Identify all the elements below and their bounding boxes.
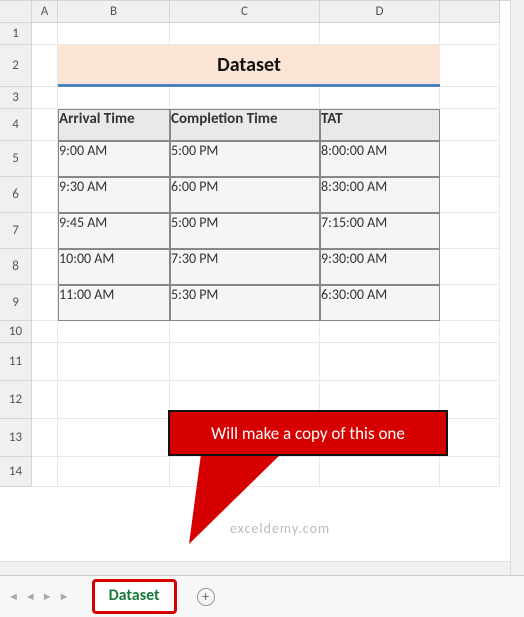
sheet-tab-dataset[interactable]: Dataset xyxy=(92,579,177,614)
cell[interactable] xyxy=(32,419,58,457)
cell[interactable] xyxy=(440,23,500,45)
cell[interactable] xyxy=(32,45,58,87)
col-header-c[interactable]: C xyxy=(170,1,320,23)
row-header-4[interactable]: 4 xyxy=(0,109,32,141)
tab-nav-prev-icon[interactable]: ◄ xyxy=(23,588,38,605)
cell[interactable] xyxy=(320,23,440,45)
tab-nav-next-icon[interactable]: ► xyxy=(40,588,55,605)
row-header-2[interactable]: 2 xyxy=(0,45,32,87)
cell-completion[interactable]: 7:30 PM xyxy=(170,249,320,285)
cell[interactable] xyxy=(58,87,170,109)
cell[interactable] xyxy=(440,249,500,285)
cell[interactable] xyxy=(32,213,58,249)
cell-tat[interactable]: 8:30:00 AM xyxy=(320,177,440,213)
cell[interactable] xyxy=(320,343,440,381)
cell[interactable] xyxy=(440,321,500,343)
row-header-8[interactable]: 8 xyxy=(0,249,32,285)
row-header-3[interactable]: 3 xyxy=(0,87,32,109)
cell[interactable] xyxy=(32,457,58,487)
row-header-10[interactable]: 10 xyxy=(0,321,32,343)
vertical-scrollbar[interactable] xyxy=(510,0,524,575)
cell[interactable] xyxy=(440,109,500,141)
cell-arrival[interactable]: 9:45 AM xyxy=(58,213,170,249)
cell[interactable] xyxy=(32,321,58,343)
cell-completion[interactable]: 5:00 PM xyxy=(170,141,320,177)
cell[interactable] xyxy=(440,343,500,381)
annotation-callout: Will make a copy of this one xyxy=(168,410,448,456)
cell-tat[interactable]: 9:30:00 AM xyxy=(320,249,440,285)
cell[interactable] xyxy=(440,285,500,321)
cell[interactable] xyxy=(58,321,170,343)
cell[interactable] xyxy=(32,141,58,177)
cell[interactable] xyxy=(58,457,170,487)
header-completion[interactable]: Completion Time xyxy=(170,109,320,141)
cell[interactable] xyxy=(58,343,170,381)
cell[interactable] xyxy=(440,177,500,213)
cell-tat[interactable]: 7:15:00 AM xyxy=(320,213,440,249)
cell[interactable] xyxy=(32,109,58,141)
cell[interactable] xyxy=(440,419,500,457)
sheet-tab-bar: ◄ ◄ ► ► Dataset + xyxy=(0,575,524,617)
cell[interactable] xyxy=(440,381,500,419)
cell-tat[interactable]: 6:30:00 AM xyxy=(320,285,440,321)
header-arrival[interactable]: Arrival Time xyxy=(58,109,170,141)
cell-completion[interactable]: 5:00 PM xyxy=(170,213,320,249)
cell[interactable] xyxy=(320,457,440,487)
cell[interactable] xyxy=(440,87,500,109)
col-header-blank[interactable] xyxy=(440,1,500,23)
row-header-6[interactable]: 6 xyxy=(0,177,32,213)
cell[interactable] xyxy=(32,381,58,419)
cell-arrival[interactable]: 9:30 AM xyxy=(58,177,170,213)
cell[interactable] xyxy=(58,23,170,45)
cell-completion[interactable]: 5:30 PM xyxy=(170,285,320,321)
row-header-9[interactable]: 9 xyxy=(0,285,32,321)
tab-nav-last-icon[interactable]: ► xyxy=(57,588,72,605)
cell-arrival[interactable]: 9:00 AM xyxy=(58,141,170,177)
cell[interactable] xyxy=(32,23,58,45)
title-banner[interactable]: Dataset xyxy=(58,45,440,87)
add-sheet-button[interactable]: + xyxy=(197,588,215,606)
row-header-7[interactable]: 7 xyxy=(0,213,32,249)
tab-nav: ◄ ◄ ► ► xyxy=(6,588,72,605)
cell[interactable] xyxy=(58,381,170,419)
cell[interactable] xyxy=(320,321,440,343)
cell[interactable] xyxy=(32,87,58,109)
row-header-13[interactable]: 13 xyxy=(0,419,32,457)
cell[interactable] xyxy=(440,213,500,249)
row-header-12[interactable]: 12 xyxy=(0,381,32,419)
cell-arrival[interactable]: 11:00 AM xyxy=(58,285,170,321)
cell[interactable] xyxy=(320,87,440,109)
cell[interactable] xyxy=(32,343,58,381)
col-header-d[interactable]: D xyxy=(320,1,440,23)
cell[interactable] xyxy=(32,249,58,285)
cell[interactable] xyxy=(170,321,320,343)
cell[interactable] xyxy=(440,141,500,177)
row-header-11[interactable]: 11 xyxy=(0,343,32,381)
horizontal-scrollbar[interactable] xyxy=(0,561,510,575)
select-all-corner[interactable] xyxy=(0,1,32,23)
col-header-a[interactable]: A xyxy=(32,1,58,23)
cell-tat[interactable]: 8:00:00 AM xyxy=(320,141,440,177)
col-header-b[interactable]: B xyxy=(58,1,170,23)
cell[interactable] xyxy=(170,23,320,45)
cell[interactable] xyxy=(32,177,58,213)
cell[interactable] xyxy=(440,457,500,487)
header-tat[interactable]: TAT xyxy=(320,109,440,141)
row-header-1[interactable]: 1 xyxy=(0,23,32,45)
tab-nav-first-icon[interactable]: ◄ xyxy=(6,588,21,605)
cell[interactable] xyxy=(440,45,500,87)
cell-arrival[interactable]: 10:00 AM xyxy=(58,249,170,285)
row-header-14[interactable]: 14 xyxy=(0,457,32,487)
cell[interactable] xyxy=(32,285,58,321)
cell[interactable] xyxy=(170,87,320,109)
cell[interactable] xyxy=(170,343,320,381)
row-header-5[interactable]: 5 xyxy=(0,141,32,177)
cell[interactable] xyxy=(58,419,170,457)
cell-completion[interactable]: 6:00 PM xyxy=(170,177,320,213)
